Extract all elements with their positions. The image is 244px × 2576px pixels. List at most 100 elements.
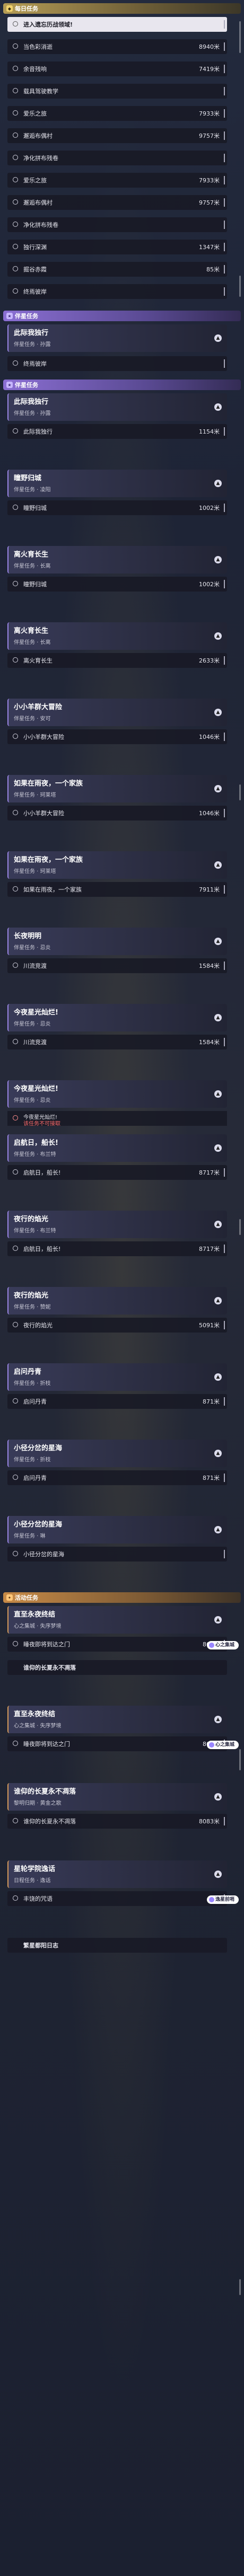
task-circle-icon (13, 963, 18, 968)
chevron-up-icon[interactable]: ▲ (214, 785, 222, 792)
task-row[interactable]: 启问丹青 871米 (7, 1470, 227, 1485)
task-row[interactable]: 爱乐之旅 7933米 (7, 173, 227, 188)
task-row[interactable]: 载具驾驶教学 (7, 84, 227, 99)
task-row[interactable]: 丰饶的咒语 (7, 1891, 227, 1906)
chevron-up-icon[interactable]: ▲ (214, 1221, 222, 1228)
quest-subtitle: 伴星任务 · 孙露 (14, 411, 51, 417)
bottom-quest-row[interactable]: 繁星都阳日志 (7, 1938, 227, 1953)
chevron-up-icon[interactable]: ▲ (214, 709, 222, 716)
region-pill[interactable]: 逸星前哨 (206, 1895, 239, 1904)
task-row[interactable]: 启航日，船长! 8717米 (7, 1165, 227, 1180)
quest-card[interactable]: 长夜明明 伴星任务 · 忌炎 ▲ (7, 928, 227, 955)
task-row[interactable]: 如果在雨夜，一个家族 7911米 (7, 882, 227, 897)
task-circle-icon (13, 43, 18, 49)
region-pill[interactable]: 心之集城 (206, 1641, 239, 1649)
task-row[interactable]: 小径分岔的星海 (7, 1547, 227, 1562)
quest-card[interactable]: 小径分岔的星海 伴星任务 · 折枝 ▲ (7, 1440, 227, 1467)
task-row[interactable]: 此际我独行 1154米 (7, 424, 227, 439)
task-row[interactable]: 瞳野归城 1002米 (7, 500, 227, 515)
chevron-up-icon[interactable]: ▲ (214, 1373, 222, 1381)
task-row[interactable]: 独行深渊 1347米 (7, 240, 227, 254)
quest-subtitle: 伴星任务 · 珂莱塔 (14, 869, 56, 875)
task-row[interactable]: 进入遗忘历战领域! (7, 17, 227, 32)
task-row[interactable]: 终焉彼岸 (7, 356, 227, 371)
chevron-up-icon[interactable]: ▲ (214, 403, 222, 411)
quest-card[interactable]: 直至永夜终结 心之集城 · 失序梦境 ▲ (7, 1706, 227, 1733)
blocked-task-row[interactable]: 今夜星光灿烂! 该任务不可接取 (7, 1111, 227, 1127)
task-row[interactable]: 睡夜即将到达之门868米 (7, 1637, 227, 1652)
task-row[interactable]: 终焉彼岸 (7, 284, 227, 299)
chevron-up-icon[interactable]: ▲ (214, 1793, 222, 1801)
task-row[interactable]: 小小羊群大冒险 1046米 (7, 806, 227, 821)
chevron-up-icon[interactable]: ▲ (214, 334, 222, 342)
scrollbar-thumb[interactable] (239, 784, 241, 800)
task-row[interactable]: 爱乐之旅 7933米 (7, 106, 227, 121)
task-row[interactable]: 川流竞渡 1584米 (7, 1035, 227, 1049)
task-circle-icon (13, 177, 18, 182)
task-row[interactable]: 净化拼布残卷 (7, 217, 227, 232)
quest-card[interactable]: 启航日，船长! 伴星任务 · 布兰特 ▲ (7, 1134, 227, 1162)
quest-card[interactable]: 夜行的焰光 伴星任务 · 赞妮 ▲ (7, 1287, 227, 1315)
chevron-up-icon[interactable]: ▲ (214, 1526, 222, 1533)
scrollbar-thumb[interactable] (239, 1749, 241, 1770)
quest-card[interactable]: 离火育长生 伴星任务 · 长离 ▲ (7, 546, 227, 574)
task-row[interactable]: 邂逅布偶村 9757米 (7, 195, 227, 210)
quest-card[interactable]: 启问丹青 伴星任务 · 折枝 ▲ (7, 1363, 227, 1391)
region-pill[interactable]: 心之集城 (206, 1741, 239, 1749)
task-circle-icon (13, 734, 18, 739)
task-row[interactable]: 小小羊群大冒险 1046米 (7, 729, 227, 744)
quest-card[interactable]: 小小羊群大冒险 伴星任务 · 安可 ▲ (7, 699, 227, 726)
chevron-up-icon[interactable]: ▲ (214, 1616, 222, 1624)
quest-card[interactable]: 谁仰的长夏永不凋落 黎明归期 · 黄金之歌 ▲ (7, 1783, 227, 1811)
quest-card[interactable]: 离火育长生 伴星任务 · 长离 ▲ (7, 622, 227, 650)
task-row[interactable]: 邂逅布偶村 9757米 (7, 128, 227, 143)
chevron-up-icon[interactable]: ▲ (214, 938, 222, 945)
task-circle-icon (13, 21, 18, 27)
task-row[interactable]: 睡夜即将到达之门868米 (7, 1736, 227, 1751)
chevron-up-icon[interactable]: ▲ (214, 632, 222, 640)
section-header[interactable]: ★ 伴星任务 (3, 380, 241, 390)
quest-card[interactable]: 如果在雨夜，一个家族 伴星任务 · 珂莱塔 ▲ (7, 775, 227, 802)
task-row[interactable]: 净化拼布残卷 (7, 151, 227, 165)
quest-card[interactable]: 如果在雨夜，一个家族 伴星任务 · 珂莱塔 ▲ (7, 851, 227, 879)
quest-card[interactable]: 小径分岔的星海 伴星任务 · 琳 ▲ (7, 1516, 227, 1543)
scrollbar-thumb[interactable] (239, 1219, 241, 1235)
section-header[interactable]: ★ 伴星任务 (3, 311, 241, 321)
chevron-up-icon[interactable]: ▲ (214, 480, 222, 487)
chevron-up-icon[interactable]: ▲ (214, 1716, 222, 1723)
chevron-up-icon[interactable]: ▲ (214, 1297, 222, 1304)
scrollbar-thumb[interactable] (239, 2279, 241, 2295)
chevron-up-icon[interactable]: ▲ (214, 1871, 222, 1878)
task-row[interactable]: 掘谷赤霞 85米 (7, 262, 227, 277)
task-row[interactable]: 余音残响 7419米 (7, 61, 227, 76)
task-row[interactable]: 当色彩消逝 8940米 (7, 39, 227, 54)
quest-card[interactable]: 瞳野归城 伴星任务 · 凌阳 ▲ (7, 470, 227, 497)
task-row[interactable]: 谁仰的长夏永不凋落 8083米 (7, 1814, 227, 1829)
task-row[interactable]: 谁仰的长夏永不凋落 (7, 1660, 227, 1675)
chevron-up-icon[interactable]: ▲ (214, 1450, 222, 1457)
task-row[interactable]: 启问丹青 871米 (7, 1394, 227, 1409)
quest-card[interactable]: 夜行的焰光 伴星任务 · 布兰特 ▲ (7, 1211, 227, 1238)
quest-card[interactable]: 直至永夜终结 心之集城 · 失序梦境 ▲ (7, 1606, 227, 1634)
task-distance: 7933米 (199, 110, 220, 117)
section-header[interactable]: ✦ 活动任务 (3, 1592, 241, 1603)
scrollbar-thumb[interactable] (239, 21, 241, 53)
quest-card[interactable]: 此际我独行 伴星任务 · 孙露 ▲ (7, 393, 227, 421)
task-row[interactable]: 瞳野归城 1002米 (7, 577, 227, 592)
quest-card[interactable]: 今夜星光灿烂! 伴星任务 · 忌炎 ▲ (7, 1004, 227, 1031)
row-marker (224, 154, 225, 162)
section-header[interactable]: ◆ 每日任务 (3, 3, 241, 14)
chevron-up-icon[interactable]: ▲ (214, 1014, 222, 1021)
task-row[interactable]: 川流竞渡 1584米 (7, 958, 227, 973)
chevron-up-icon[interactable]: ▲ (214, 1144, 222, 1152)
task-row[interactable]: 夜行的焰光 5091米 (7, 1318, 227, 1333)
quest-card[interactable]: 此际我独行 伴星任务 · 孙露 ▲ (7, 324, 227, 352)
task-row[interactable]: 启航日，船长! 8717米 (7, 1241, 227, 1256)
chevron-up-icon[interactable]: ▲ (214, 556, 222, 563)
chevron-up-icon[interactable]: ▲ (214, 1090, 222, 1098)
quest-card[interactable]: 星轮学院逸话 日程任务 · 逸话 ▲ (7, 1860, 227, 1888)
scrollbar-thumb[interactable] (239, 276, 241, 297)
task-row[interactable]: 离火育长生 2633米 (7, 653, 227, 668)
quest-card[interactable]: 今夜星光灿烂! 伴星任务 · 忌炎 ▲ (7, 1080, 227, 1108)
chevron-up-icon[interactable]: ▲ (214, 861, 222, 869)
